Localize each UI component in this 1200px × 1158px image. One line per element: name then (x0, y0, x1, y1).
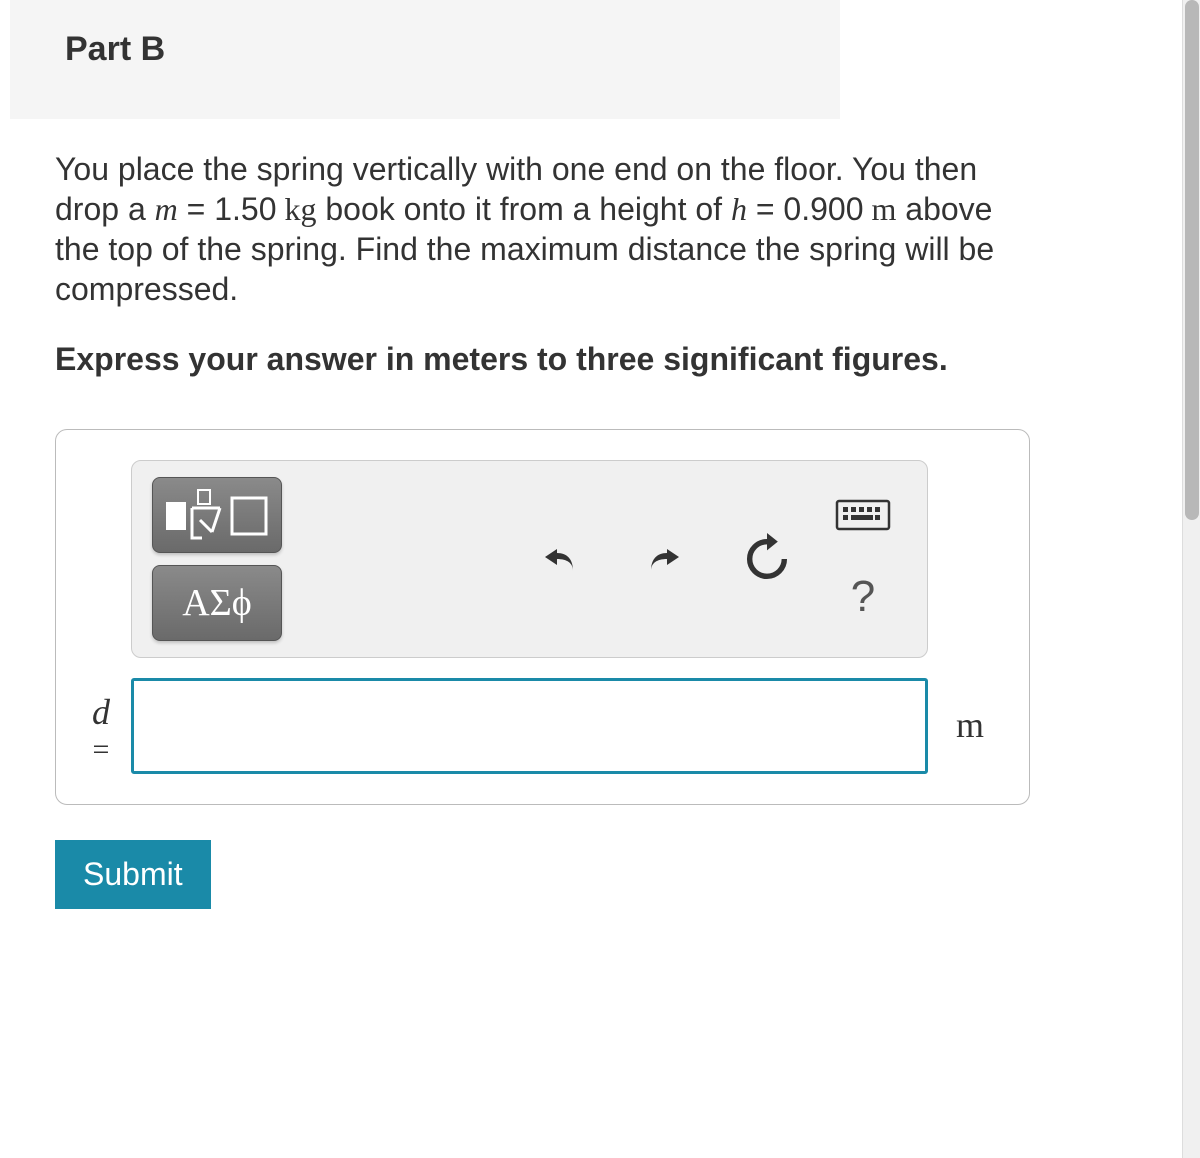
equation-toolbar: ΑΣϕ (131, 460, 928, 658)
undo-button[interactable] (531, 529, 591, 589)
instruction-text: Express your answer in meters to three s… (55, 339, 1035, 381)
scrollbar-track[interactable] (1182, 0, 1200, 1158)
submit-button[interactable]: Submit (55, 840, 211, 909)
eq2: = (747, 191, 783, 227)
redo-icon (639, 535, 687, 583)
keyboard-icon (835, 495, 891, 535)
height-unit: m (864, 191, 897, 227)
height-value: 0.900 (783, 191, 863, 227)
mass-unit: kg (276, 191, 316, 227)
eq1: = (178, 191, 214, 227)
math-templates-button[interactable] (152, 477, 282, 553)
part-title: Part B (65, 30, 785, 69)
answer-variable-label: d = (81, 693, 121, 774)
math-template-icon (162, 488, 272, 542)
submit-label: Submit (83, 856, 183, 892)
undo-icon (537, 535, 585, 583)
reset-icon (741, 533, 793, 585)
help-button[interactable]: ? (845, 566, 881, 628)
keyboard-button[interactable] (829, 489, 897, 541)
help-icon: ? (851, 572, 875, 622)
answer-unit: m (956, 704, 984, 774)
redo-button[interactable] (633, 529, 693, 589)
mass-variable: m (155, 191, 178, 227)
scrollbar-thumb[interactable] (1185, 0, 1199, 520)
greek-symbols-button[interactable]: ΑΣϕ (152, 565, 282, 641)
greek-symbols-label: ΑΣϕ (182, 581, 252, 625)
answer-variable: d (92, 692, 110, 732)
question-mid1: book onto it from a height of (316, 191, 730, 227)
question-text: You place the spring vertically with one… (55, 149, 1035, 309)
part-header: Part B (10, 0, 840, 119)
reset-button[interactable] (735, 527, 799, 591)
question-body: You place the spring vertically with one… (0, 119, 1090, 429)
mass-value: 1.50 (214, 191, 276, 227)
answer-box: d = ΑΣϕ (55, 429, 1030, 805)
answer-input[interactable] (131, 678, 928, 774)
answer-equals: = (81, 733, 121, 766)
height-variable: h (731, 191, 747, 227)
